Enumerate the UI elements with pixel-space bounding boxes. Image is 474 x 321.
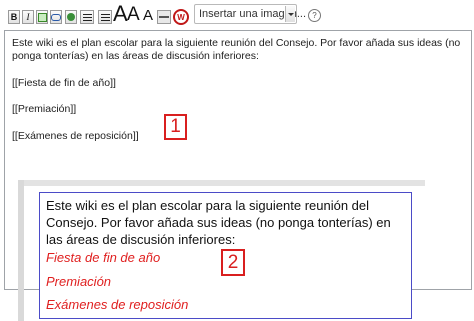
chevron-down-icon — [285, 6, 295, 22]
editor-link-line: [[Premiación]] — [12, 103, 77, 115]
help-icon[interactable]: ? — [308, 9, 321, 22]
preview-intro-text: Este wiki es el plan escolar para la sig… — [46, 198, 391, 247]
bullet-list-icon — [82, 13, 92, 21]
editor-link-line: [[Exámenes de reposición]] — [12, 130, 139, 142]
box-button[interactable] — [36, 10, 48, 24]
editor-toolbar: B I A A A W Insertar una imagen... ? — [0, 0, 474, 32]
preview-frame-shade — [18, 180, 425, 186]
insert-image-select[interactable]: Insertar una imagen... — [194, 4, 306, 24]
link-button[interactable] — [50, 10, 62, 24]
font-small-button[interactable]: A — [143, 8, 153, 23]
user-link-button[interactable] — [65, 10, 77, 24]
wiki-editor-textarea[interactable]: Este wiki es el plan escolar para la sig… — [4, 30, 472, 321]
preview-wiki-link[interactable]: Premiación — [46, 273, 111, 290]
callout-number-1: 1 — [164, 114, 187, 140]
font-large-button[interactable]: A — [113, 3, 128, 25]
bullet-list-button[interactable] — [80, 10, 94, 24]
preview-wiki-link[interactable]: Exámenes de reposición — [46, 296, 188, 313]
italic-button[interactable]: I — [22, 10, 34, 24]
link-icon — [51, 13, 61, 21]
horizontal-rule-button[interactable] — [157, 10, 171, 24]
font-medium-button[interactable]: A — [127, 5, 140, 24]
numbered-list-button[interactable] — [98, 10, 112, 24]
box-icon — [37, 12, 47, 22]
numbered-list-icon — [100, 13, 110, 21]
editor-intro-text: Este wiki es el plan escolar para la sig… — [12, 37, 461, 62]
user-icon — [67, 13, 75, 21]
preview-wiki-link[interactable]: Fiesta de fin de año — [46, 249, 160, 266]
noinclude-button[interactable]: W — [173, 9, 189, 25]
editor-link-line: [[Fiesta de fin de año]] — [12, 77, 116, 89]
callout-number-2: 2 — [221, 249, 245, 276]
rendered-preview: Este wiki es el plan escolar para la sig… — [39, 192, 412, 319]
horizontal-rule-icon — [159, 16, 169, 18]
bold-button[interactable]: B — [8, 10, 20, 24]
preview-frame-shade-left — [18, 180, 24, 321]
